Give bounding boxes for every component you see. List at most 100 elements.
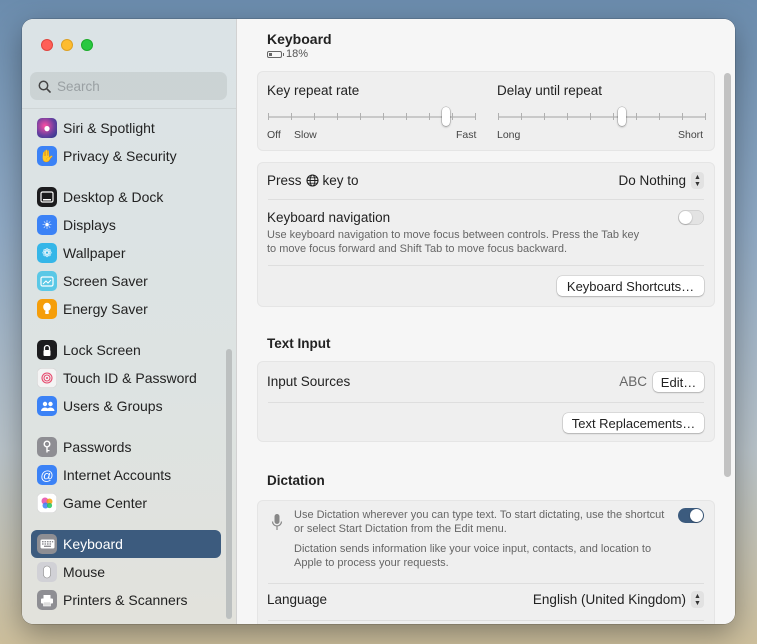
sidebar-item-passwords[interactable]: Passwords — [31, 433, 221, 461]
delay-slider[interactable] — [498, 106, 706, 130]
slider-tick — [383, 113, 384, 120]
sidebar-item-internet-accounts[interactable]: @ Internet Accounts — [31, 461, 221, 489]
sidebar-item-label: Desktop & Dock — [63, 189, 164, 205]
edit-input-sources-button[interactable]: Edit… — [653, 372, 704, 392]
text-input-card: Input Sources ABC Edit… Text Replacement… — [257, 361, 715, 442]
sidebar-item-touch-id[interactable]: Touch ID & Password — [31, 364, 221, 392]
press-label-pre: Press — [267, 173, 302, 188]
slider-tick — [613, 113, 614, 120]
key-repeat-knob[interactable] — [442, 107, 450, 126]
delay-knob[interactable] — [618, 107, 626, 126]
main-pane: Keyboard 18% Key repeat rate Delay until… — [237, 19, 735, 624]
key-icon — [37, 437, 57, 457]
dictation-desc-line-2: or select Start Dictation from the Edit … — [294, 522, 507, 535]
keyboard-nav-label: Keyboard navigation — [267, 210, 391, 225]
sidebar-item-siri-spotlight[interactable]: ● Siri & Spotlight — [31, 114, 221, 142]
dictation-desc-line-4: Apple to process your requests. — [294, 556, 449, 569]
users-icon — [37, 396, 57, 416]
slider-tick — [429, 113, 430, 120]
text-input-heading: Text Input — [267, 336, 331, 351]
delay-long-label: Long — [497, 129, 521, 141]
globe-icon — [305, 174, 319, 187]
sidebar-item-privacy-security[interactable]: ✋ Privacy & Security — [31, 142, 221, 170]
dictation-desc-line-3: Dictation sends information like your vo… — [294, 543, 652, 555]
slider-tick — [705, 113, 706, 120]
slider-tick — [314, 113, 315, 120]
page-title: Keyboard — [267, 31, 332, 47]
sidebar-item-label: Game Center — [63, 495, 148, 511]
lock-icon — [37, 340, 57, 360]
sidebar: ● Siri & Spotlight ✋ Privacy & Security … — [22, 19, 237, 624]
sidebar-item-label: Privacy & Security — [63, 148, 177, 164]
keyboard-icon — [37, 534, 57, 554]
dictation-toggle[interactable] — [678, 508, 704, 523]
sidebar-item-users-groups[interactable]: Users & Groups — [31, 392, 221, 420]
sidebar-item-screen-saver[interactable]: Screen Saver — [31, 267, 221, 295]
close-window-button[interactable] — [41, 39, 53, 51]
language-value: English (United Kingdom) — [532, 592, 686, 607]
sidebar-item-desktop-dock[interactable]: Desktop & Dock — [31, 183, 221, 211]
dictation-description: Use Dictation wherever you can type text… — [294, 509, 674, 536]
repeat-fast-label: Fast — [456, 129, 477, 141]
input-sources-value: ABC — [619, 374, 647, 389]
slider-tick — [291, 113, 292, 120]
sidebar-item-label: Passwords — [63, 439, 132, 455]
gamecenter-icon — [37, 493, 57, 513]
search-field[interactable] — [30, 72, 227, 100]
repeat-slow-label: Slow — [294, 129, 317, 141]
sidebar-item-keyboard[interactable]: Keyboard — [31, 530, 221, 558]
zoom-window-button[interactable] — [81, 39, 93, 51]
language-popup[interactable]: English (United Kingdom) ▲ ▼ — [533, 591, 704, 608]
dictation-card: Use Dictation wherever you can type text… — [257, 500, 715, 624]
slider-tick — [337, 113, 338, 120]
sidebar-item-label: Mouse — [63, 564, 106, 580]
sidebar-item-printers-scanners[interactable]: Printers & Scanners — [31, 586, 221, 614]
screensaver-icon — [37, 271, 57, 291]
slider-tick — [521, 113, 522, 120]
settings-window: ● Siri & Spotlight ✋ Privacy & Security … — [22, 19, 735, 624]
chevron-updown-icon: ▲ ▼ — [691, 591, 704, 608]
slider-tick — [682, 113, 683, 120]
sidebar-scrollbar[interactable] — [226, 349, 232, 619]
battery-icon — [267, 50, 284, 58]
press-key-popup[interactable]: Do Nothing ▲ ▼ — [618, 172, 704, 189]
text-replacements-button[interactable]: Text Replacements… — [563, 413, 704, 433]
keyboard-nav-toggle[interactable] — [678, 210, 704, 225]
key-repeat-slider[interactable] — [268, 106, 476, 130]
press-label-post: key to — [322, 173, 359, 188]
sidebar-item-wallpaper[interactable]: ❁ Wallpaper — [31, 239, 221, 267]
main-scrollbar[interactable] — [724, 73, 731, 477]
search-input[interactable] — [57, 78, 217, 94]
slider-tick — [360, 113, 361, 120]
dictation-privacy-note: Dictation sends information like your vo… — [294, 543, 674, 570]
input-sources-label: Input Sources — [267, 374, 351, 389]
minimize-window-button[interactable] — [61, 39, 73, 51]
sidebar-item-displays[interactable]: ☀ Displays — [31, 211, 221, 239]
delay-short-label: Short — [678, 129, 704, 141]
sun-icon: ☀ — [37, 215, 57, 235]
mouse-icon — [37, 562, 57, 582]
sidebar-item-lock-screen[interactable]: Lock Screen — [31, 336, 221, 364]
sidebar-item-energy-saver[interactable]: Energy Saver — [31, 295, 221, 323]
slider-tick — [544, 113, 545, 120]
press-key-row-label: Press key to — [267, 173, 359, 188]
at-icon: @ — [37, 465, 57, 485]
press-key-value: Do Nothing — [618, 173, 686, 188]
printer-icon — [37, 590, 57, 610]
key-repeat-label: Key repeat rate — [267, 83, 360, 98]
sidebar-item-label: Energy Saver — [63, 301, 148, 317]
keyboard-nav-description: Use keyboard navigation to move focus be… — [267, 229, 687, 256]
sidebar-item-mouse[interactable]: Mouse — [31, 558, 221, 586]
sidebar-item-label: Displays — [63, 217, 116, 233]
keyboard-nav-desc-line-2: to move focus forward and Shift Tab to m… — [267, 242, 568, 255]
sidebar-divider — [22, 108, 236, 109]
slider-tick — [659, 113, 660, 120]
keyboard-shortcuts-button[interactable]: Keyboard Shortcuts… — [557, 276, 704, 296]
sidebar-item-label: Siri & Spotlight — [63, 120, 155, 136]
keyboard-nav-desc-line-1: Use keyboard navigation to move focus be… — [267, 229, 640, 241]
slider-tick — [452, 113, 453, 120]
bulb-icon — [37, 299, 57, 319]
fingerprint-icon — [37, 368, 57, 388]
sidebar-item-game-center[interactable]: Game Center — [31, 489, 221, 517]
sidebar-item-label: Users & Groups — [63, 398, 163, 414]
